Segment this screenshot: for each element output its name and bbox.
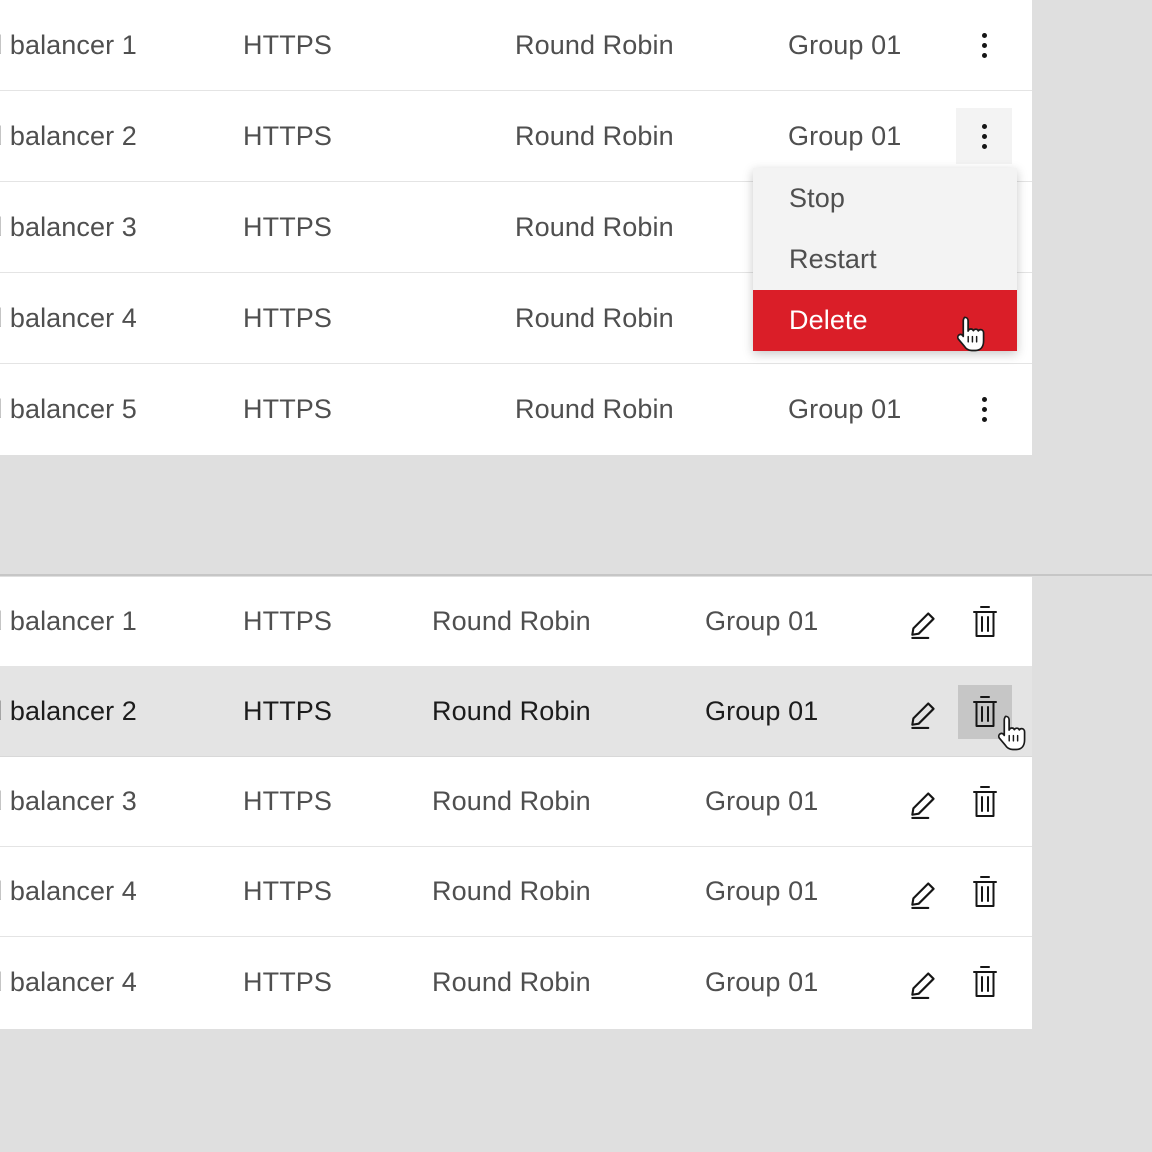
cell-group: Group 01	[705, 876, 819, 906]
cell-name: ad balancer 4	[0, 876, 137, 906]
trash-can-icon[interactable]	[958, 775, 1012, 829]
cell-algorithm: Round Robin	[515, 120, 674, 151]
cell-name: ad balancer 3	[0, 786, 137, 816]
menu-item-restart[interactable]: Restart	[753, 229, 1017, 290]
load-balancer-table-icons: ad balancer 1 HTTPS Round Robin Group 01…	[0, 577, 1032, 1029]
cell-name: ad balancer 4	[0, 302, 137, 333]
cell-protocol: HTTPS	[243, 302, 333, 333]
cell-group: Group 01	[788, 394, 902, 424]
cell-protocol: HTTPS	[243, 394, 333, 424]
cell-protocol: HTTPS	[243, 966, 333, 997]
cell-group: Group 01	[788, 120, 902, 151]
cell-algorithm: Round Robin	[432, 876, 591, 906]
table-row[interactable]: ad balancer 5 HTTPS Round Robin Group 01	[0, 364, 1032, 455]
table-row[interactable]: ad balancer 2 HTTPS Round Robin Group 01	[0, 667, 1032, 757]
cell-algorithm: Round Robin	[515, 302, 674, 333]
cell-protocol: HTTPS	[243, 696, 333, 726]
cell-algorithm: Round Robin	[432, 966, 591, 997]
table-row[interactable]: ad balancer 4 HTTPS Round Robin Group 01	[0, 937, 1032, 1027]
cell-protocol: HTTPS	[243, 211, 333, 242]
cell-name: ad balancer 4	[0, 966, 137, 997]
table-row[interactable]: ad balancer 3 HTTPS Round Robin Group 01	[0, 757, 1032, 847]
cell-algorithm: Round Robin	[515, 211, 674, 242]
cell-group: Group 01	[788, 29, 902, 60]
cell-protocol: HTTPS	[243, 786, 333, 816]
cell-protocol: HTTPS	[243, 120, 333, 151]
cell-algorithm: Round Robin	[432, 606, 591, 636]
edit-pencil-icon[interactable]	[897, 595, 951, 649]
edit-pencil-icon[interactable]	[897, 955, 951, 1009]
overflow-menu: Stop Restart Delete	[753, 168, 1017, 351]
cell-name: ad balancer 1	[0, 606, 137, 636]
overflow-menu-vertical-icon[interactable]	[956, 382, 1012, 438]
overflow-menu-vertical-icon[interactable]	[956, 108, 1012, 164]
cell-group: Group 01	[705, 966, 819, 997]
trash-can-icon[interactable]	[958, 595, 1012, 649]
trash-can-icon[interactable]	[958, 955, 1012, 1009]
cell-algorithm: Round Robin	[432, 786, 591, 816]
table-row[interactable]: ad balancer 1 HTTPS Round Robin Group 01	[0, 577, 1032, 667]
cell-group: Group 01	[705, 786, 819, 816]
cell-name: ad balancer 1	[0, 29, 137, 60]
cell-algorithm: Round Robin	[515, 29, 674, 60]
cell-group: Group 01	[705, 696, 819, 726]
edit-pencil-icon[interactable]	[897, 775, 951, 829]
menu-item-stop[interactable]: Stop	[753, 168, 1017, 229]
edit-pencil-icon[interactable]	[897, 865, 951, 919]
cell-algorithm: Round Robin	[515, 394, 674, 424]
table-row[interactable]: ad balancer 1 HTTPS Round Robin Group 01	[0, 0, 1032, 91]
cell-protocol: HTTPS	[243, 876, 333, 906]
cell-protocol: HTTPS	[243, 29, 333, 60]
table-row[interactable]: ad balancer 4 HTTPS Round Robin Group 01	[0, 847, 1032, 937]
cell-name: ad balancer 3	[0, 211, 137, 242]
cell-algorithm: Round Robin	[432, 696, 591, 726]
trash-can-icon[interactable]	[958, 865, 1012, 919]
cell-name: ad balancer 5	[0, 394, 137, 424]
cell-name: ad balancer 2	[0, 120, 137, 151]
menu-item-delete[interactable]: Delete	[753, 290, 1017, 351]
cell-group: Group 01	[705, 606, 819, 636]
section-divider	[0, 574, 1152, 576]
edit-pencil-icon[interactable]	[897, 685, 951, 739]
overflow-menu-vertical-icon[interactable]	[956, 17, 1012, 73]
trash-can-icon[interactable]	[958, 684, 1012, 739]
cell-name: ad balancer 2	[0, 696, 137, 726]
cell-protocol: HTTPS	[243, 606, 333, 636]
